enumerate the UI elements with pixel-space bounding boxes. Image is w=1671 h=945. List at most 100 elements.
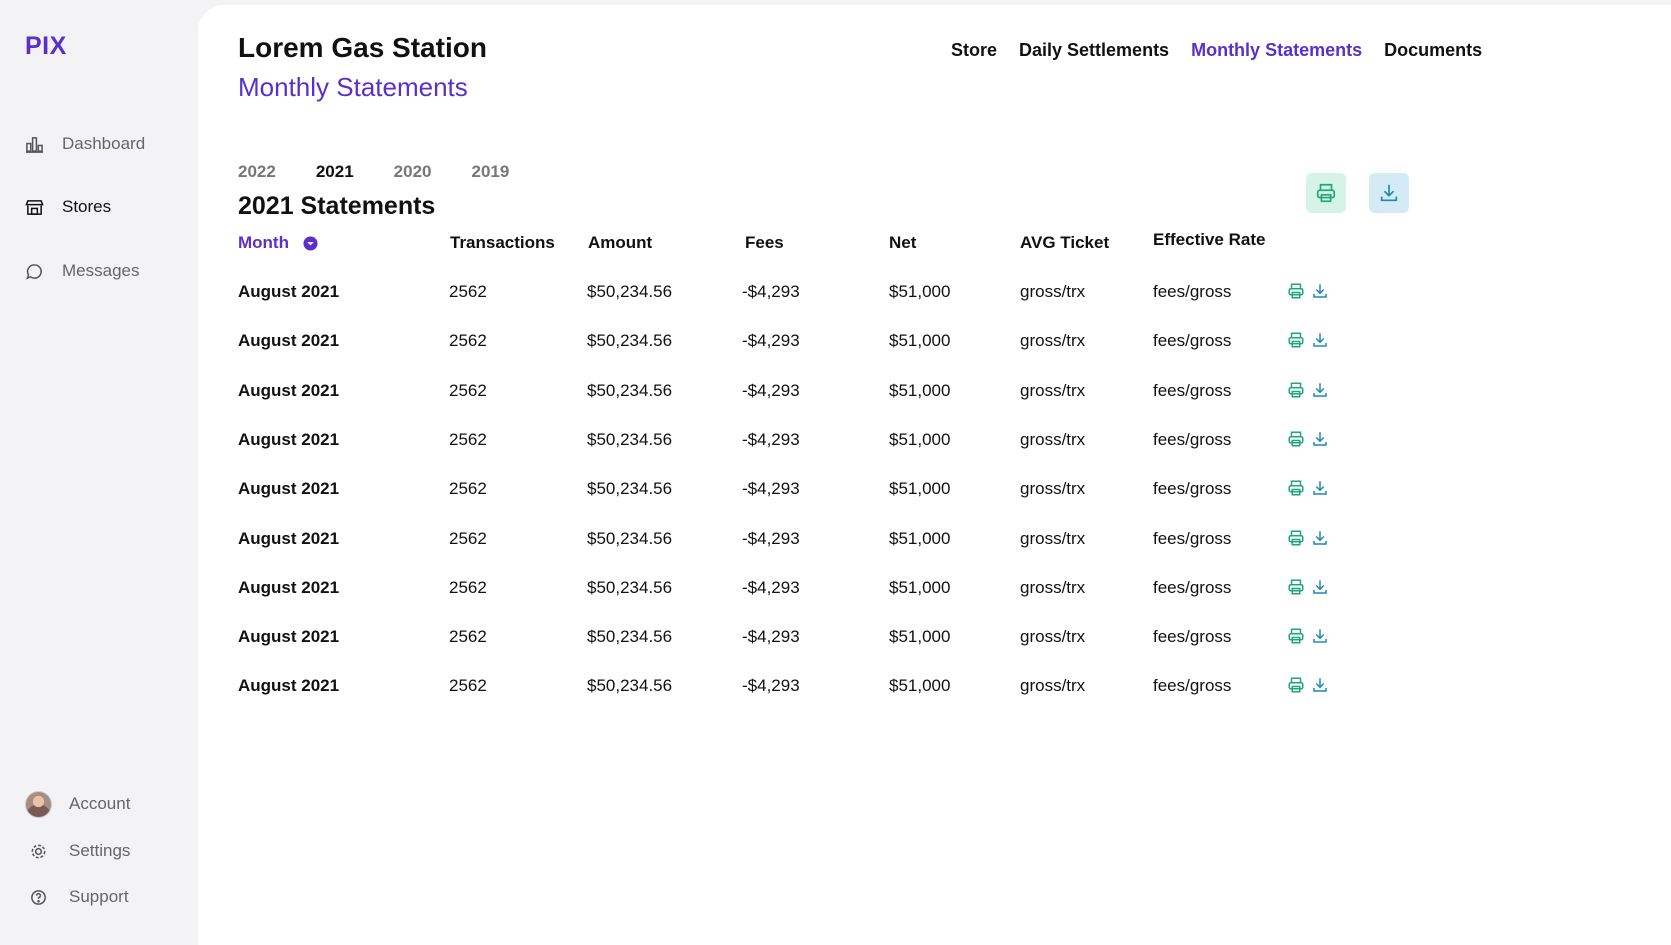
cell-avg-ticket: gross/trx	[1020, 676, 1086, 696]
row-download-icon[interactable]	[1311, 676, 1331, 696]
download-all-button[interactable]	[1369, 173, 1409, 213]
cell-effective-rate: fees/gross	[1153, 577, 1232, 597]
column-header-avg-ticket: AVG Ticket	[1020, 233, 1110, 252]
cell-month: August 2021	[238, 429, 340, 449]
avatar	[25, 790, 52, 818]
cell-amount: $50,234.56	[587, 429, 673, 449]
row-download-icon[interactable]	[1311, 282, 1331, 302]
cell-month: August 2021	[238, 380, 340, 400]
cell-transactions: 2562	[449, 676, 487, 696]
column-header-net: Net	[889, 233, 917, 252]
cell-effective-rate: fees/gross	[1153, 429, 1232, 449]
row-print-icon[interactable]	[1287, 381, 1307, 401]
message-icon	[23, 260, 45, 282]
cell-avg-ticket: gross/trx	[1020, 429, 1086, 449]
cell-avg-ticket: gross/trx	[1020, 282, 1086, 301]
cell-net: $51,000	[889, 479, 951, 499]
cell-net: $51,000	[889, 528, 951, 548]
row-print-icon[interactable]	[1287, 430, 1307, 450]
row-download-icon[interactable]	[1311, 381, 1331, 401]
cell-fees: -$4,293	[742, 627, 800, 647]
row-print-icon[interactable]	[1287, 479, 1307, 499]
cell-transactions: 2562	[449, 528, 487, 548]
row-download-icon[interactable]	[1311, 479, 1331, 499]
sidebar-item-dashboard[interactable]: Dashboard	[23, 131, 145, 157]
sidebar-item-label: Support	[69, 887, 129, 906]
row-print-icon[interactable]	[1287, 331, 1307, 351]
help-icon	[25, 886, 52, 908]
row-print-icon[interactable]	[1287, 627, 1307, 647]
tab-store[interactable]: Store	[951, 40, 997, 61]
store-title: Lorem Gas Station	[238, 32, 487, 63]
tab-monthly-statements[interactable]: Monthly Statements	[1191, 40, 1362, 61]
row-print-icon[interactable]	[1287, 529, 1307, 549]
column-header-month[interactable]: Month	[238, 233, 318, 253]
cell-fees: -$4,293	[742, 429, 800, 449]
cell-avg-ticket: gross/trx	[1020, 528, 1086, 548]
table-row: August 2021 2562 $50,234.56 -$4,293 $51,000 g…	[198, 676, 1598, 706]
tab-daily-settlements[interactable]: Daily Settlements	[1019, 40, 1169, 61]
top-nav: Store Daily Settlements Monthly Statemen…	[951, 40, 1482, 61]
table-row: August 2021 2562 $50,234.56 -$4,293 $51,000 g…	[198, 331, 1598, 361]
table-row: August 2021 2562 $50,234.56 -$4,293 $51,000 g…	[198, 578, 1598, 608]
cell-month: August 2021	[238, 282, 340, 301]
cell-avg-ticket: gross/trx	[1020, 479, 1086, 499]
sidebar-item-settings[interactable]: Settings	[25, 838, 130, 864]
row-download-icon[interactable]	[1311, 578, 1331, 598]
row-download-icon[interactable]	[1311, 627, 1331, 647]
row-download-icon[interactable]	[1311, 529, 1331, 549]
cell-net: $51,000	[889, 627, 951, 647]
cell-net: $51,000	[889, 331, 951, 351]
cell-effective-rate: fees/gross	[1153, 331, 1232, 351]
print-all-button[interactable]	[1306, 173, 1346, 213]
app-logo[interactable]: PIX	[25, 32, 67, 61]
column-header-transactions: Transactions	[450, 233, 555, 252]
cell-transactions: 2562	[449, 429, 487, 449]
sidebar-item-support[interactable]: Support	[25, 884, 129, 910]
year-tab-2022[interactable]: 2022	[238, 162, 276, 182]
sidebar-item-messages[interactable]: Messages	[23, 258, 139, 284]
row-print-icon[interactable]	[1287, 676, 1307, 696]
cell-amount: $50,234.56	[587, 380, 673, 400]
cell-transactions: 2562	[449, 331, 487, 351]
table-row: August 2021 2562 $50,234.56 -$4,293 $51,000 g…	[198, 479, 1598, 509]
cell-month: August 2021	[238, 627, 340, 647]
year-tab-2021[interactable]: 2021	[316, 162, 354, 182]
sidebar-item-stores[interactable]: Stores	[23, 194, 111, 220]
cell-transactions: 2562	[449, 282, 487, 301]
cell-amount: $50,234.56	[587, 627, 673, 647]
cell-effective-rate: fees/gross	[1153, 380, 1232, 400]
table-row: August 2021 2562 $50,234.56 -$4,293 $51,000 g…	[198, 627, 1598, 657]
cell-effective-rate: fees/gross	[1153, 479, 1232, 499]
table-row: August 2021 2562 $50,234.56 -$4,293 $51,000 g…	[198, 282, 1598, 312]
section-title: 2021 Statements	[238, 192, 436, 220]
cell-month: August 2021	[238, 676, 340, 696]
cell-amount: $50,234.56	[587, 676, 673, 696]
year-tabs: 2022 2021 2020 2019	[238, 162, 549, 182]
year-tab-2019[interactable]: 2019	[471, 162, 509, 182]
page-title: Monthly Statements	[238, 72, 468, 102]
cell-amount: $50,234.56	[587, 282, 673, 301]
year-tab-2020[interactable]: 2020	[394, 162, 432, 182]
cell-effective-rate: fees/gross	[1153, 676, 1232, 696]
cell-fees: -$4,293	[742, 380, 800, 400]
cell-amount: $50,234.56	[587, 479, 673, 499]
row-print-icon[interactable]	[1287, 578, 1307, 598]
cell-effective-rate: fees/gross	[1153, 528, 1232, 548]
cell-transactions: 2562	[449, 479, 487, 499]
sort-dropdown-icon[interactable]	[303, 235, 318, 251]
row-print-icon[interactable]	[1287, 282, 1307, 302]
cell-effective-rate: fees/gross	[1153, 627, 1232, 647]
cell-avg-ticket: gross/trx	[1020, 627, 1086, 647]
row-download-icon[interactable]	[1311, 331, 1331, 351]
gear-icon	[25, 840, 52, 862]
cell-fees: -$4,293	[742, 479, 800, 499]
cell-avg-ticket: gross/trx	[1020, 331, 1086, 351]
row-download-icon[interactable]	[1311, 430, 1331, 450]
sidebar-item-account[interactable]: Account	[25, 790, 130, 818]
cell-transactions: 2562	[449, 627, 487, 647]
cell-fees: -$4,293	[742, 676, 800, 696]
cell-amount: $50,234.56	[587, 577, 673, 597]
column-header-amount: Amount	[588, 233, 653, 252]
tab-documents[interactable]: Documents	[1384, 40, 1482, 61]
